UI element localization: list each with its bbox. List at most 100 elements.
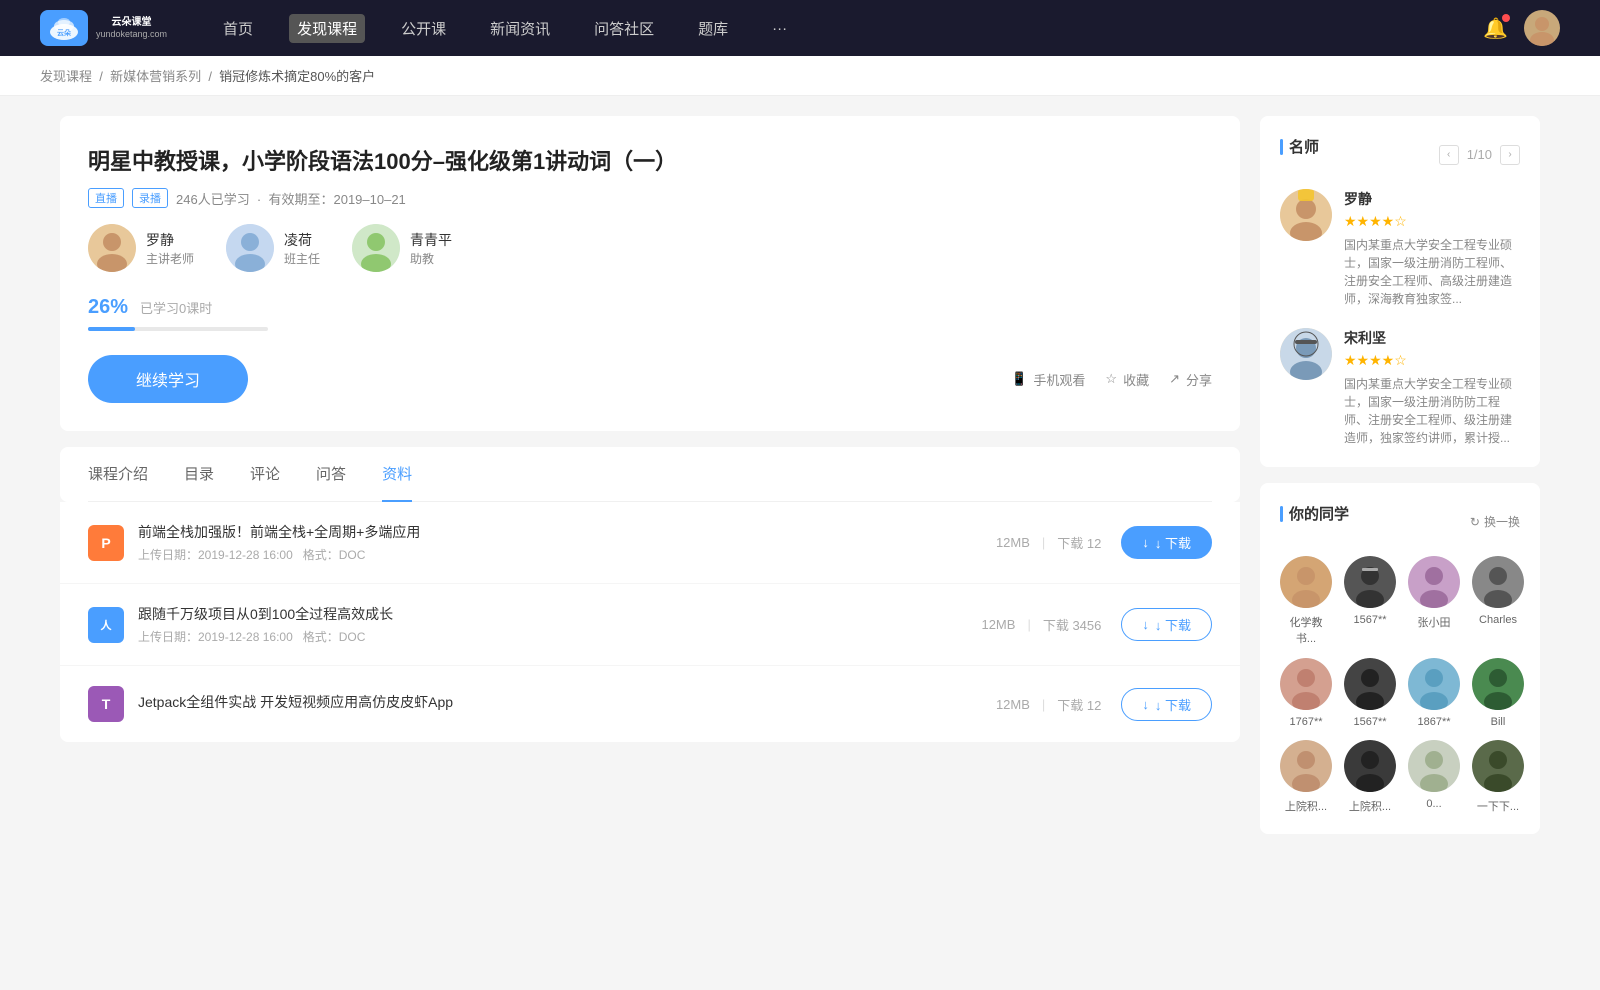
tab-catalog[interactable]: 目录 <box>184 447 214 502</box>
breadcrumb-link-1[interactable]: 发现课程 <box>40 69 92 84</box>
main-layout: 明星中教授课，小学阶段语法100分–强化级第1讲动词（一） 直播 录播 246人… <box>20 96 1580 870</box>
classmate-12-avatar <box>1472 740 1524 792</box>
download-button-1[interactable]: ↓ ↓ 下载 <box>1121 526 1212 559</box>
progress-bar-fill <box>88 327 135 331</box>
nav-public[interactable]: 公开课 <box>393 14 454 43</box>
file-stats-2: 12MB | 下载 3456 <box>981 615 1101 634</box>
tab-review[interactable]: 评论 <box>250 447 280 502</box>
classmate-10[interactable]: 上院积... <box>1344 740 1396 814</box>
continue-button[interactable]: 继续学习 <box>88 355 248 403</box>
classmate-7-avatar <box>1408 658 1460 710</box>
classmate-10-name: 上院积... <box>1349 798 1391 814</box>
action-row: 继续学习 📱 手机观看 ☆ 收藏 ↗ 分享 <box>88 355 1212 403</box>
progress-percent: 26% <box>88 296 128 319</box>
classmate-5[interactable]: 1767** <box>1280 658 1332 728</box>
logo[interactable]: 云朵 云朵课堂 yundoketang.com <box>40 10 167 46</box>
teacher-2: 凌荷 班主任 <box>226 224 320 272</box>
classmate-4[interactable]: Charles <box>1472 556 1524 646</box>
classmates-header: 你的同学 ↻ 换一换 <box>1280 503 1520 540</box>
file-meta-1: 上传日期：2019-12-28 16:00 格式：DOC <box>138 546 996 563</box>
classmate-1[interactable]: 化学教书... <box>1280 556 1332 646</box>
classmate-9[interactable]: 上院积... <box>1280 740 1332 814</box>
course-students: 246人已学习 · 有效期至：2019–10–21 <box>176 189 406 208</box>
action-icons: 📱 手机观看 ☆ 收藏 ↗ 分享 <box>1011 370 1212 389</box>
classmate-5-avatar <box>1280 658 1332 710</box>
classmate-6-avatar <box>1344 658 1396 710</box>
star-icon: ☆ <box>1105 371 1117 387</box>
breadcrumb-current: 销冠修炼术摘定80%的客户 <box>219 69 375 84</box>
logo-icon: 云朵 <box>40 10 88 46</box>
progress-bar-bg <box>88 327 268 331</box>
nav-qa[interactable]: 问答社区 <box>586 14 662 43</box>
teachers-prev-button[interactable]: ‹ <box>1439 145 1459 165</box>
file-name-3: Jetpack全组件实战 开发短视频应用高仿皮皮虾App <box>138 692 996 712</box>
file-name-1: 前端全栈加强版！前端全栈+全周期+多端应用 <box>138 522 996 542</box>
nav-home[interactable]: 首页 <box>215 14 261 43</box>
classmate-3[interactable]: 张小田 <box>1408 556 1460 646</box>
classmate-4-name: Charles <box>1479 614 1517 626</box>
classmates-grid: 化学教书... 1567** 张小田 <box>1280 556 1520 814</box>
file-icon-2: 人 <box>88 607 124 643</box>
classmate-6[interactable]: 1567** <box>1344 658 1396 728</box>
classmate-1-name: 化学教书... <box>1280 614 1332 646</box>
file-stats-1: 12MB | 下载 12 <box>996 533 1101 552</box>
classmate-7[interactable]: 1867** <box>1408 658 1460 728</box>
classmate-8[interactable]: Bill <box>1472 658 1524 728</box>
user-avatar[interactable] <box>1524 10 1560 46</box>
breadcrumb-link-2[interactable]: 新媒体营销系列 <box>110 69 201 84</box>
teachers-nav: ‹ 1/10 › <box>1439 145 1520 165</box>
teacher-3: 青青平 助教 <box>352 224 452 272</box>
teachers-row: 罗静 主讲老师 凌荷 班主任 <box>88 224 1212 272</box>
classmate-2[interactable]: 1567** <box>1344 556 1396 646</box>
teacher-1-avatar <box>88 224 136 272</box>
tabs-card: 课程介绍 目录 评论 问答 资料 <box>60 447 1240 502</box>
download-button-2[interactable]: ↓ ↓ 下载 <box>1121 608 1212 641</box>
teacher-3-info: 青青平 助教 <box>410 230 452 267</box>
download-button-3[interactable]: ↓ ↓ 下载 <box>1121 688 1212 721</box>
file-icon-3: T <box>88 686 124 722</box>
classmate-2-avatar <box>1344 556 1396 608</box>
classmate-8-avatar <box>1472 658 1524 710</box>
tab-intro[interactable]: 课程介绍 <box>88 447 148 502</box>
notification-bell[interactable]: 🔔 <box>1483 16 1508 41</box>
nav-more[interactable]: ··· <box>764 16 795 41</box>
classmate-7-name: 1867** <box>1417 716 1450 728</box>
classmate-2-name: 1567** <box>1353 614 1386 626</box>
teacher-3-avatar <box>352 224 400 272</box>
sidebar-teacher-1-avatar <box>1280 189 1332 241</box>
classmate-5-name: 1767** <box>1289 716 1322 728</box>
classmate-1-avatar <box>1280 556 1332 608</box>
file-icon-1: P <box>88 525 124 561</box>
sidebar-teacher-1-name: 罗静 <box>1344 189 1520 209</box>
share-button[interactable]: ↗ 分享 <box>1169 370 1212 389</box>
refresh-button[interactable]: ↻ 换一换 <box>1470 513 1520 530</box>
breadcrumb: 发现课程 / 新媒体营销系列 / 销冠修炼术摘定80%的客户 <box>0 56 1600 96</box>
sidebar-teacher-2-stars: ★★★★☆ <box>1344 352 1520 369</box>
file-stats-3: 12MB | 下载 12 <box>996 695 1101 714</box>
teacher-2-avatar <box>226 224 274 272</box>
mobile-view-button[interactable]: 📱 手机观看 <box>1011 370 1085 389</box>
sidebar-teacher-2-info: 宋利坚 ★★★★☆ 国内某重点大学安全工程专业硕士，国家一级注册消防防工程师、注… <box>1344 328 1520 447</box>
classmates-title: 你的同学 <box>1280 503 1349 524</box>
nav-exam[interactable]: 题库 <box>690 14 736 43</box>
progress-area: 26% 已学习0课时 <box>88 296 1212 331</box>
svg-text:云朵: 云朵 <box>57 28 72 37</box>
file-info-1: 前端全栈加强版！前端全栈+全周期+多端应用 上传日期：2019-12-28 16… <box>138 522 996 563</box>
classmate-6-name: 1567** <box>1353 716 1386 728</box>
badge-live: 直播 <box>88 188 124 208</box>
tab-materials[interactable]: 资料 <box>382 447 412 502</box>
favorite-button[interactable]: ☆ 收藏 <box>1105 370 1149 389</box>
classmate-9-name: 上院积... <box>1285 798 1327 814</box>
classmate-12[interactable]: 一下下... <box>1472 740 1524 814</box>
tab-qa[interactable]: 问答 <box>316 447 346 502</box>
logo-sub: yundoketang.com <box>96 29 167 39</box>
progress-label: 已学习0课时 <box>140 298 212 317</box>
course-title: 明星中教授课，小学阶段语法100分–强化级第1讲动词（一） <box>88 144 1212 176</box>
nav-discover[interactable]: 发现课程 <box>289 14 365 43</box>
file-info-3: Jetpack全组件实战 开发短视频应用高仿皮皮虾App <box>138 692 996 716</box>
classmate-12-name: 一下下... <box>1477 798 1519 814</box>
teachers-next-button[interactable]: › <box>1500 145 1520 165</box>
teacher-1-info: 罗静 主讲老师 <box>146 230 194 267</box>
classmate-11[interactable]: 0... <box>1408 740 1460 814</box>
nav-news[interactable]: 新闻资讯 <box>482 14 558 43</box>
